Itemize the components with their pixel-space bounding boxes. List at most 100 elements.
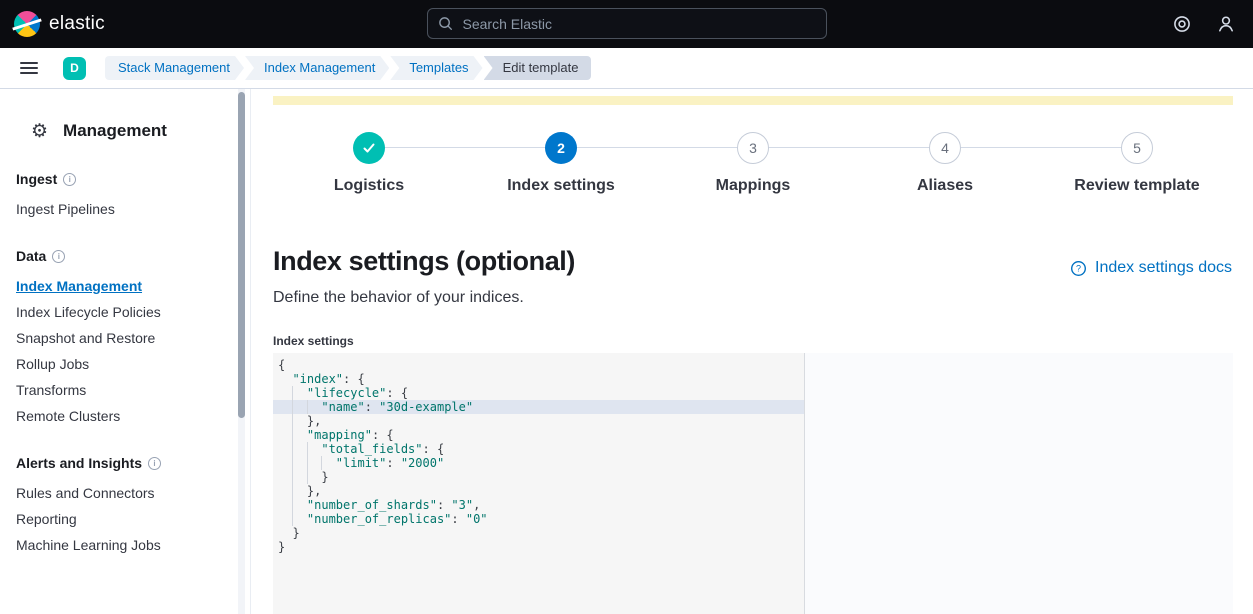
code-line[interactable]: } xyxy=(273,540,804,554)
sidebar-group-label: Alerts and Insights xyxy=(16,455,142,471)
step-label: Logistics xyxy=(334,177,404,195)
code-line[interactable]: "index": { xyxy=(273,372,804,386)
menu-toggle-button[interactable] xyxy=(15,56,43,80)
user-menu-icon[interactable] xyxy=(1217,15,1235,33)
code-line[interactable]: "number_of_shards": "3", xyxy=(273,498,804,512)
stepper-steps: Logistics 2Index settings 3 Mappings 4Aliase… xyxy=(273,132,1233,214)
step-label: Review template xyxy=(1074,177,1199,195)
indent-guide xyxy=(292,498,293,512)
sidebar-item-transforms[interactable]: Transforms xyxy=(16,377,230,403)
code-token-punct: }, xyxy=(278,414,321,428)
index-settings-field-label: Index settings xyxy=(273,334,354,348)
step-number: 2 xyxy=(545,132,577,164)
code-token-string: "number_of_replicas" xyxy=(307,512,452,526)
breadcrumb-index-management[interactable]: Index Management xyxy=(245,56,389,80)
index-settings-editor[interactable]: { "index": { "lifecycle": { "name": "30d… xyxy=(273,353,1233,614)
code-line[interactable]: "lifecycle": { xyxy=(273,386,804,400)
indent-guide xyxy=(307,400,308,414)
sidebar-group-data: Datai xyxy=(16,248,230,264)
header-actions xyxy=(1173,0,1235,48)
indent-guide xyxy=(292,428,293,442)
sidebar-scrollbar-thumb[interactable] xyxy=(238,92,245,418)
global-search[interactable] xyxy=(427,8,827,39)
brand-wordmark: elastic xyxy=(49,13,105,35)
code-line[interactable]: }, xyxy=(273,484,804,498)
indent-guide xyxy=(292,470,293,484)
sidebar-header: ⚙ Management xyxy=(0,89,250,145)
code-line-active[interactable]: "name": "30d-example" xyxy=(273,400,804,414)
sidebar-item-rollup-jobs[interactable]: Rollup Jobs xyxy=(16,351,230,377)
breadcrumb-templates[interactable]: Templates xyxy=(390,56,482,80)
code-line[interactable]: "number_of_replicas": "0" xyxy=(273,512,804,526)
sidebar-group-ingest: Ingesti xyxy=(16,171,230,187)
code-token-punct: } xyxy=(278,540,285,554)
code-token-punct: } xyxy=(278,526,300,540)
deployment-icon[interactable] xyxy=(1173,15,1191,33)
code-area[interactable]: { "index": { "lifecycle": { "name": "30d… xyxy=(273,353,805,614)
wizard-step-index-settings[interactable]: 2Index settings xyxy=(465,132,657,214)
code-token-string: "mapping" xyxy=(307,428,372,442)
indent-guide xyxy=(292,386,293,400)
code-line[interactable]: }, xyxy=(273,414,804,428)
code-token-string: "2000" xyxy=(401,456,444,470)
step-label: Mappings xyxy=(716,177,791,195)
code-token-string: "index" xyxy=(292,372,343,386)
code-token-punct: , xyxy=(473,498,480,512)
code-line[interactable]: "mapping": { xyxy=(273,428,804,442)
page-title: Index settings (optional) xyxy=(273,246,575,277)
sidebar-item-ingest-pipelines[interactable]: Ingest Pipelines xyxy=(16,196,230,222)
code-token-punct: } xyxy=(278,470,329,484)
sidebar-item-reporting[interactable]: Reporting xyxy=(16,506,230,532)
info-icon: i xyxy=(52,250,65,263)
indent-guide xyxy=(307,470,308,484)
breadcrumb-stack-management[interactable]: Stack Management xyxy=(105,56,244,80)
page-subtitle: Define the behavior of your indices. xyxy=(273,289,524,307)
sidebar-nav: IngestiIngest PipelinesDataiIndex Manage… xyxy=(0,171,250,558)
code-line[interactable]: "limit": "2000" xyxy=(273,456,804,470)
top-header-bar: elastic xyxy=(0,0,1253,48)
docs-link-label: Index settings docs xyxy=(1095,259,1232,277)
search-input[interactable] xyxy=(461,15,816,33)
elastic-logo-icon[interactable] xyxy=(14,11,40,37)
sidebar-group-label: Data xyxy=(16,248,46,264)
indent-guide xyxy=(292,456,293,470)
code-token-string: "limit" xyxy=(336,456,387,470)
wizard-step-logistics[interactable]: Logistics xyxy=(273,132,465,214)
code-token-punct xyxy=(278,442,321,456)
sidebar-title: Management xyxy=(63,121,167,141)
step-number: 3 xyxy=(737,132,769,164)
info-icon: i xyxy=(148,457,161,470)
sidebar-item-index-lifecycle-policies[interactable]: Index Lifecycle Policies xyxy=(16,299,230,325)
code-token-string: "lifecycle" xyxy=(307,386,386,400)
index-settings-docs-link[interactable]: ? Index settings docs xyxy=(1070,259,1232,277)
code-token-punct: : { xyxy=(343,372,365,386)
indent-guide xyxy=(292,414,293,428)
indent-guide xyxy=(292,512,293,526)
wizard-stepper: Logistics 2Index settings 3 Mappings 4Aliase… xyxy=(273,132,1233,214)
code-line[interactable]: } xyxy=(273,526,804,540)
sidebar-item-snapshot-and-restore[interactable]: Snapshot and Restore xyxy=(16,325,230,351)
indent-guide xyxy=(307,456,308,470)
sidebar-item-index-management[interactable]: Index Management xyxy=(16,273,230,299)
sidebar-item-remote-clusters[interactable]: Remote Clusters xyxy=(16,403,230,429)
space-avatar[interactable]: D xyxy=(63,57,86,80)
sidebar-group-label: Ingest xyxy=(16,171,57,187)
scrolled-callout-edge xyxy=(273,96,1233,105)
code-token-string: "30d-example" xyxy=(379,400,473,414)
code-token-punct xyxy=(278,372,292,386)
code-token-punct: : { xyxy=(372,428,394,442)
wizard-step-review-template[interactable]: 5Review template xyxy=(1041,132,1233,214)
code-token-string: "name" xyxy=(321,400,364,414)
code-line[interactable]: } xyxy=(273,470,804,484)
code-token-string: "3" xyxy=(451,498,473,512)
code-line[interactable]: "total_fields": { xyxy=(273,442,804,456)
code-line[interactable]: { xyxy=(273,358,804,372)
wizard-step-mappings[interactable]: 3 Mappings xyxy=(657,132,849,214)
sidebar-item-rules-and-connectors[interactable]: Rules and Connectors xyxy=(16,480,230,506)
search-icon xyxy=(438,16,453,31)
code-token-punct: : xyxy=(437,498,451,512)
code-token-punct: : xyxy=(386,456,400,470)
sidebar-item-machine-learning-jobs[interactable]: Machine Learning Jobs xyxy=(16,532,230,558)
wizard-step-aliases[interactable]: 4Aliases xyxy=(849,132,1041,214)
step-label: Aliases xyxy=(917,177,973,195)
